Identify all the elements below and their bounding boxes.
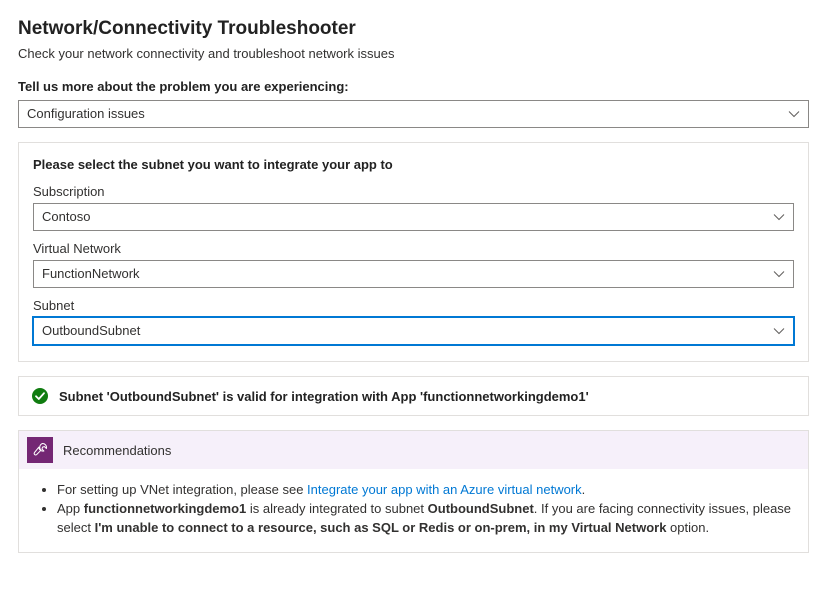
subnet-select[interactable]: OutboundSubnet [33,317,794,345]
chevron-down-icon [773,268,785,280]
page-title: Network/Connectivity Troubleshooter [18,18,809,40]
subnet-card-title: Please select the subnet you want to int… [33,157,794,172]
subnet-selection-card: Please select the subnet you want to int… [18,142,809,362]
vnet-label: Virtual Network [33,241,794,256]
page-subtitle: Check your network connectivity and trou… [18,46,809,61]
subnet-label: Subnet [33,298,794,313]
vnet-select-value: FunctionNetwork [42,266,140,281]
subscription-select[interactable]: Contoso [33,203,794,231]
recommendations-body: For setting up VNet integration, please … [19,469,808,552]
problem-label: Tell us more about the problem you are e… [18,79,809,94]
recommendation-item-1: For setting up VNet integration, please … [57,481,792,500]
success-check-icon [31,387,49,405]
subnet-select-value: OutboundSubnet [42,323,140,338]
status-bar: Subnet 'OutboundSubnet' is valid for int… [18,376,809,416]
recommendation-item-2: App functionnetworkingdemo1 is already i… [57,500,792,538]
subscription-select-value: Contoso [42,209,90,224]
wrench-icon [27,437,53,463]
vnet-integration-doc-link[interactable]: Integrate your app with an Azure virtual… [307,482,582,497]
chevron-down-icon [773,211,785,223]
chevron-down-icon [788,108,800,120]
subscription-label: Subscription [33,184,794,199]
app-name: functionnetworkingdemo1 [84,501,247,516]
problem-select-value: Configuration issues [27,106,145,121]
subnet-name: OutboundSubnet [428,501,534,516]
vnet-select[interactable]: FunctionNetwork [33,260,794,288]
suggested-option: I'm unable to connect to a resource, suc… [95,520,667,535]
problem-select[interactable]: Configuration issues [18,100,809,128]
recommendations-block: Recommendations For setting up VNet inte… [18,430,809,553]
chevron-down-icon [773,325,785,337]
recommendations-title: Recommendations [63,443,171,458]
status-text: Subnet 'OutboundSubnet' is valid for int… [59,389,589,404]
recommendations-header: Recommendations [19,431,808,469]
